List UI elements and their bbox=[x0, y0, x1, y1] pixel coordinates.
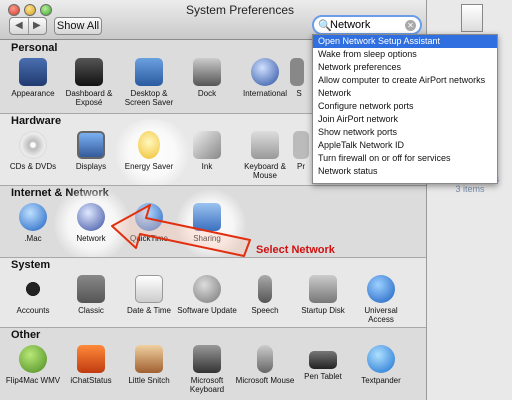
annotation-label: Select Network bbox=[256, 244, 335, 256]
menu-item[interactable]: Network bbox=[313, 87, 497, 100]
menu-item[interactable]: Configure network ports bbox=[313, 100, 497, 113]
menu-item[interactable]: Join AirPort network bbox=[313, 113, 497, 126]
menu-item[interactable]: Show network ports bbox=[313, 126, 497, 139]
search-results-menu: Open Network Setup Assistant Wake from s… bbox=[312, 34, 498, 184]
menu-item[interactable]: Wake from sleep options bbox=[313, 48, 497, 61]
menu-item[interactable]: Network status bbox=[313, 165, 497, 178]
menu-item[interactable]: Open Network Setup Assistant bbox=[313, 35, 497, 48]
menu-item[interactable]: Allow computer to create AirPort network… bbox=[313, 74, 497, 87]
menu-item[interactable]: Network preferences bbox=[313, 61, 497, 74]
menu-item[interactable]: Turn firewall on or off for services bbox=[313, 152, 497, 165]
menu-item[interactable]: AppleTalk Network ID bbox=[313, 139, 497, 152]
